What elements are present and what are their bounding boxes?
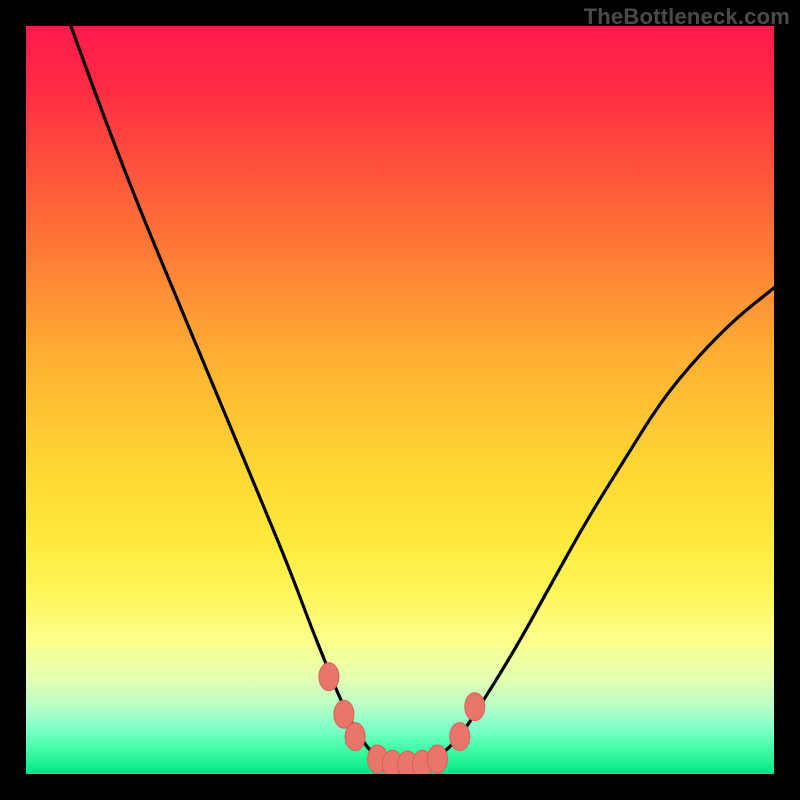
bottleneck-curve-path — [71, 26, 774, 767]
bottleneck-curve-svg — [26, 26, 774, 774]
curve-markers — [319, 663, 485, 774]
curve-marker — [427, 745, 447, 773]
chart-plot-area — [26, 26, 774, 774]
curve-marker — [319, 663, 339, 691]
curve-marker — [345, 723, 365, 751]
curve-marker — [465, 693, 485, 721]
curve-marker — [450, 723, 470, 751]
attribution-watermark: TheBottleneck.com — [584, 4, 790, 30]
